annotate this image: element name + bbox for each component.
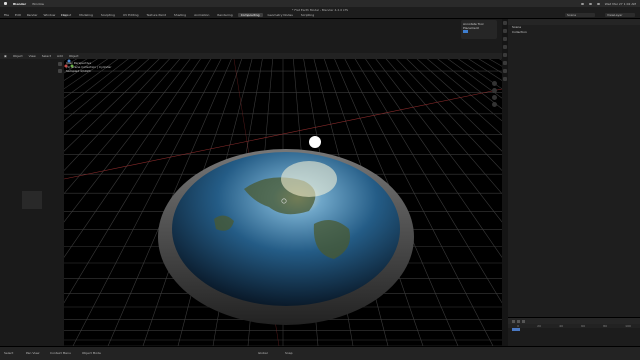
object-icon[interactable] — [503, 61, 507, 65]
viewport-menu-object2[interactable]: Object — [69, 54, 79, 58]
camera-icon[interactable] — [492, 95, 497, 100]
tab-texture-paint[interactable]: Texture Paint — [144, 13, 169, 17]
annotate-color-swatch[interactable] — [463, 30, 468, 33]
left-toolbar — [0, 59, 64, 346]
zoom-icon[interactable] — [492, 81, 497, 86]
status-context: Context Menu — [50, 351, 71, 355]
object-mode-dropdown[interactable]: Object Mode — [82, 351, 101, 355]
timeline-ruler: 0 20 40 60 80 100 — [508, 324, 640, 328]
tick: 60 — [581, 324, 585, 328]
jump-start-icon[interactable] — [512, 319, 515, 323]
control-center-icon[interactable] — [596, 2, 600, 5]
perspective-icon[interactable] — [492, 102, 497, 107]
tab-shading[interactable]: Shading — [171, 13, 189, 17]
grid-thumbnail — [22, 191, 42, 209]
mac-menu-window[interactable]: Window — [32, 2, 44, 6]
tab-layout[interactable]: Layout — [58, 13, 74, 17]
tick: 40 — [559, 324, 563, 328]
sample-label: Sampled 1/1024 — [66, 69, 91, 73]
light-object[interactable] — [309, 136, 321, 148]
blender-topbar: * Flat Earth Model - Blender 4.2.0 LTS F… — [0, 7, 640, 19]
empty-editor-area — [0, 19, 502, 53]
snap-toggle[interactable]: Snap — [285, 351, 293, 355]
tab-modeling[interactable]: Modeling — [76, 13, 96, 17]
status-select: Select — [4, 351, 14, 355]
transform-orientation[interactable]: Global — [258, 351, 268, 355]
menu-window[interactable]: Window — [44, 13, 56, 17]
tab-sculpting[interactable]: Sculpting — [98, 13, 118, 17]
apple-icon[interactable] — [4, 2, 7, 5]
playhead[interactable] — [512, 328, 520, 331]
app-name[interactable]: Blender — [13, 2, 26, 6]
timeline-panel: 0 20 40 60 80 100 — [508, 317, 640, 346]
menu-file[interactable]: File — [4, 13, 9, 17]
macos-menubar: Blender Window Wed Mar 27 1:02 AM — [0, 0, 640, 7]
jump-end-icon[interactable] — [522, 319, 525, 323]
navigation-gizmo[interactable] — [64, 59, 74, 69]
battery-icon[interactable] — [588, 2, 592, 5]
tab-scripting[interactable]: Scripting — [298, 13, 317, 17]
viewport-menu-add[interactable]: Add — [57, 54, 63, 58]
output-icon[interactable] — [503, 29, 507, 33]
scene-selector[interactable]: Scene — [565, 13, 595, 17]
tick: 80 — [603, 324, 607, 328]
material-icon[interactable] — [503, 77, 507, 81]
workspace-tabs: Layout Modeling Sculpting UV Editing Tex… — [58, 13, 317, 17]
tick: 20 — [537, 324, 541, 328]
view-layer-selector[interactable]: ViewLayer — [605, 13, 635, 17]
menu-edit[interactable]: Edit — [15, 13, 21, 17]
editor-type-icon[interactable]: ▣ — [4, 54, 7, 58]
tab-animation[interactable]: Animation — [191, 13, 212, 17]
play-icon[interactable] — [517, 319, 520, 323]
viewport-menu-view[interactable]: View — [29, 54, 36, 58]
world-icon[interactable] — [503, 53, 507, 57]
tab-uv-editing[interactable]: UV Editing — [120, 13, 142, 17]
menu-render[interactable]: Render — [27, 13, 38, 17]
modifier-icon[interactable] — [503, 69, 507, 73]
annotate-popover: Annotate Tool Placement — [461, 20, 497, 39]
tick: 100 — [625, 324, 631, 328]
3d-viewport[interactable]: User Perspective (1) Scene Collection | … — [64, 59, 502, 346]
cursor-tool-icon[interactable] — [58, 69, 62, 73]
tab-compositing[interactable]: Compositing — [237, 13, 263, 17]
status-pan: Pan View — [26, 351, 40, 355]
wifi-icon[interactable] — [580, 2, 584, 5]
pan-icon[interactable] — [492, 88, 497, 93]
outliner-row-collection[interactable]: Collection — [508, 30, 640, 35]
tab-rendering[interactable]: Rendering — [214, 13, 235, 17]
view-layer-icon[interactable] — [503, 37, 507, 41]
outliner-panel: Scene Collection — [508, 19, 640, 317]
scene-icon[interactable] — [503, 45, 507, 49]
render-icon[interactable] — [503, 21, 507, 25]
window-title: * Flat Earth Model - Blender 4.2.0 LTS — [291, 8, 349, 12]
clock[interactable]: Wed Mar 27 1:02 AM — [605, 2, 636, 6]
select-tool-icon[interactable] — [58, 62, 62, 66]
status-bar: Select Pan View Context Menu Object Mode… — [0, 346, 640, 360]
viewport-menu-select[interactable]: Select — [42, 54, 51, 58]
tab-geometry-nodes[interactable]: Geometry Nodes — [265, 13, 296, 17]
sun-glare — [281, 161, 337, 197]
viewport-scene — [64, 59, 502, 346]
viewport-menu-object[interactable]: Object — [13, 54, 23, 58]
navigation-buttons — [492, 81, 497, 107]
